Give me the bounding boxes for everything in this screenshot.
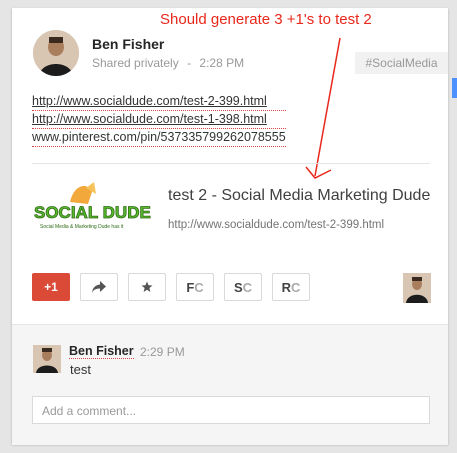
bookmark-star-button[interactable] xyxy=(128,273,166,301)
comments-section xyxy=(12,324,448,445)
share-button[interactable] xyxy=(80,273,118,301)
hashtag-badge[interactable]: #SocialMedia xyxy=(355,52,448,74)
annotation-text: Should generate 3 +1's to test 2 xyxy=(160,11,372,28)
plus-one-user-avatar[interactable] xyxy=(403,273,431,303)
comment-author-name[interactable]: Ben Fisher xyxy=(69,344,134,359)
preview-url[interactable]: http://www.socialdude.com/test-2-399.htm… xyxy=(168,219,384,231)
fc-letter-a: F xyxy=(186,279,195,295)
sc-letter-a: S xyxy=(233,279,243,295)
sc-letter-b: C xyxy=(242,279,253,295)
post-meta: Shared privately - 2:28 PM xyxy=(92,56,249,70)
divider xyxy=(32,163,430,164)
fc-button[interactable]: FC xyxy=(176,273,214,301)
sc-button[interactable]: SC xyxy=(224,273,262,301)
comment-text: test xyxy=(70,362,91,377)
preview-thumbnail[interactable]: SOCIAL DUDE Social Media & Marketing Dud… xyxy=(30,180,154,230)
add-comment-input[interactable]: Add a comment... xyxy=(32,396,430,424)
star-icon xyxy=(141,281,153,292)
preview-logo-text: SOCIAL DUDE xyxy=(34,203,151,222)
share-arrow-icon xyxy=(92,281,106,293)
link-3[interactable]: www.pinterest.com/pin/537335799262078555 xyxy=(32,129,286,147)
rc-button[interactable]: RC xyxy=(272,273,310,301)
rc-letter-a: R xyxy=(281,279,291,295)
post-time[interactable]: 2:28 PM xyxy=(199,56,244,70)
author-avatar[interactable] xyxy=(33,30,79,76)
preview-title[interactable]: test 2 - Social Media Marketing Dude xyxy=(168,187,430,205)
preview-logo-subtext: Social Media & Marketing Dude has it xyxy=(40,224,124,230)
post-links: http://www.socialdude.com/test-2-399.htm… xyxy=(32,93,286,147)
rc-letter-b: C xyxy=(291,279,301,295)
author-name[interactable]: Ben Fisher xyxy=(92,36,164,52)
plus-one-button[interactable]: +1 xyxy=(32,273,70,301)
fc-letter-b: C xyxy=(194,279,204,295)
link-2[interactable]: http://www.socialdude.com/test-1-398.htm… xyxy=(32,111,286,129)
comment-author-avatar[interactable] xyxy=(33,345,61,373)
comment-time[interactable]: 2:29 PM xyxy=(140,345,185,359)
link-1[interactable]: http://www.socialdude.com/test-2-399.htm… xyxy=(32,93,286,111)
visibility-label[interactable]: Shared privately xyxy=(92,56,179,70)
unread-indicator xyxy=(452,78,457,98)
meta-separator: - xyxy=(187,56,192,70)
